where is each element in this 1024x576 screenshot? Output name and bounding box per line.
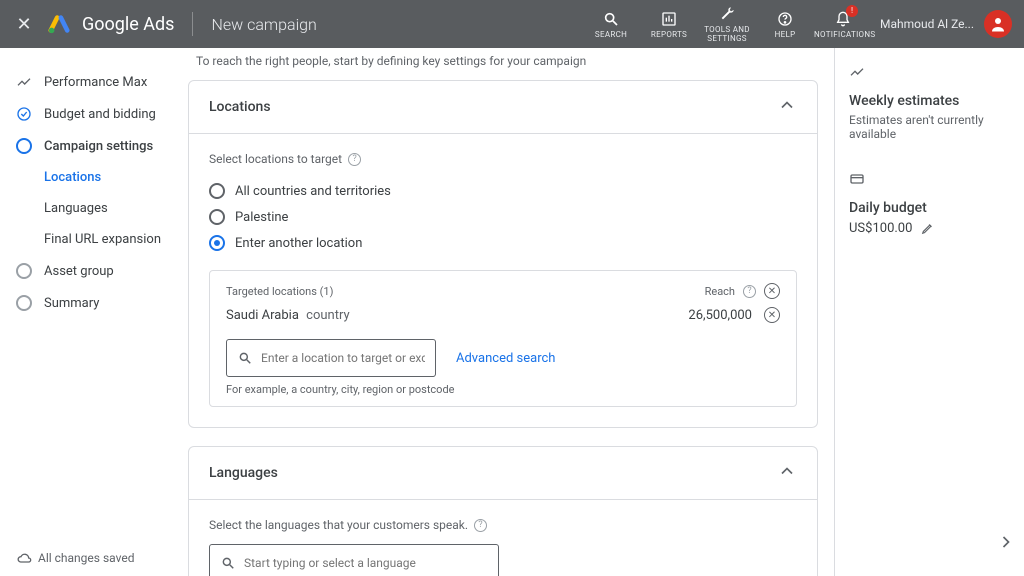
step-pending-icon [16,263,32,279]
bell-icon [814,9,872,29]
user-menu[interactable]: Mahmoud Al Ze... [880,10,1012,38]
substep-final-url[interactable]: Final URL expansion [0,224,180,255]
targeted-locations-box: Targeted locations (1) Reach ? ✕ Saudi A… [209,270,797,407]
daily-budget-value: US$100.00 [849,221,912,236]
languages-hint: Select the languages that your customers… [209,518,797,532]
google-ads-icon [48,13,70,35]
location-reach: 26,500,000 [688,308,752,323]
language-input[interactable] [209,544,499,576]
location-search-field[interactable] [261,351,425,365]
trend-icon [16,74,32,90]
user-name: Mahmoud Al Ze... [880,17,974,31]
radio-palestine[interactable]: Palestine [209,204,797,230]
radio-icon [209,209,225,225]
substep-locations[interactable]: Locations [0,162,180,193]
weekly-estimates-title: Weekly estimates [849,93,1010,109]
product-name: Google Ads [82,14,174,35]
notifications-tool[interactable]: ! NOTIFICATIONS [814,9,872,40]
card-languages: Languages Select the languages that your… [188,446,818,576]
chevron-up-icon [777,461,797,485]
page-title: New campaign [211,15,316,34]
radio-icon [209,183,225,199]
remove-all-button[interactable]: ✕ [764,283,780,299]
language-field[interactable] [244,556,488,570]
step-done-icon [16,106,32,122]
help-tool[interactable]: HELP [756,9,814,40]
product-logo: Google Ads [48,13,174,35]
location-example-text: For example, a country, city, region or … [226,383,780,396]
languages-title: Languages [209,465,278,481]
advanced-search-link[interactable]: Advanced search [456,351,555,366]
card-locations: Locations Select locations to target ? A… [188,80,818,428]
help-icon[interactable]: ? [743,285,756,298]
substep-languages[interactable]: Languages [0,193,180,224]
step-asset-group[interactable]: Asset group [0,255,180,287]
step-campaign-settings[interactable]: Campaign settings [0,130,180,162]
weekly-estimates-sub: Estimates aren't currently available [849,113,1010,141]
location-search-input[interactable] [226,339,436,377]
app-header: ✕ Google Ads New campaign SEARCH REPORTS… [0,0,1024,48]
expand-panel-button[interactable] [996,532,1016,556]
search-tool[interactable]: SEARCH [582,9,640,40]
radio-enter-location[interactable]: Enter another location [209,230,797,256]
targeted-locations-label: Targeted locations (1) [226,285,333,298]
close-button[interactable]: ✕ [0,14,48,35]
wrench-icon [698,4,756,24]
reports-tool[interactable]: REPORTS [640,9,698,40]
avatar[interactable] [984,10,1012,38]
locations-title: Locations [209,99,271,115]
radio-icon-checked [209,235,225,251]
intro-text: To reach the right people, start by defi… [188,48,818,80]
estimates-panel: Weekly estimates Estimates aren't curren… [834,48,1024,576]
radio-all-countries[interactable]: All countries and territories [209,178,797,204]
location-name: Saudi Arabia [226,308,299,323]
cloud-icon [16,550,32,566]
search-icon [220,555,236,571]
step-pending-icon [16,295,32,311]
remove-location-button[interactable]: ✕ [764,307,780,323]
help-icon[interactable]: ? [474,519,487,532]
search-icon [237,350,253,366]
help-icon [756,9,814,29]
daily-budget-title: Daily budget [849,200,1010,216]
edit-icon[interactable] [920,220,936,236]
reach-label: Reach [705,285,735,298]
step-summary[interactable]: Summary [0,287,180,319]
step-current-icon [16,138,32,154]
step-performance-max[interactable]: Performance Max [0,66,180,98]
stepper-nav: Performance Max Budget and bidding Campa… [0,48,180,576]
locations-hint: Select locations to target ? [209,152,797,166]
header-divider [192,12,193,36]
location-kind: country [306,308,350,323]
step-budget-bidding[interactable]: Budget and bidding [0,98,180,130]
help-icon[interactable]: ? [348,153,361,166]
search-icon [582,9,640,29]
trend-icon [849,64,865,80]
chevron-up-icon [777,95,797,119]
card-icon [849,171,865,187]
tools-settings-tool[interactable]: TOOLS AND SETTINGS [698,4,756,44]
autosave-status: All changes saved [0,540,180,576]
targeted-location-row: Saudi Arabia country 26,500,000 ✕ [226,307,780,323]
main-scroll[interactable]: To reach the right people, start by defi… [180,48,834,576]
reports-icon [640,9,698,29]
languages-header[interactable]: Languages [189,447,817,499]
locations-header[interactable]: Locations [189,81,817,133]
notification-badge: ! [846,5,858,17]
